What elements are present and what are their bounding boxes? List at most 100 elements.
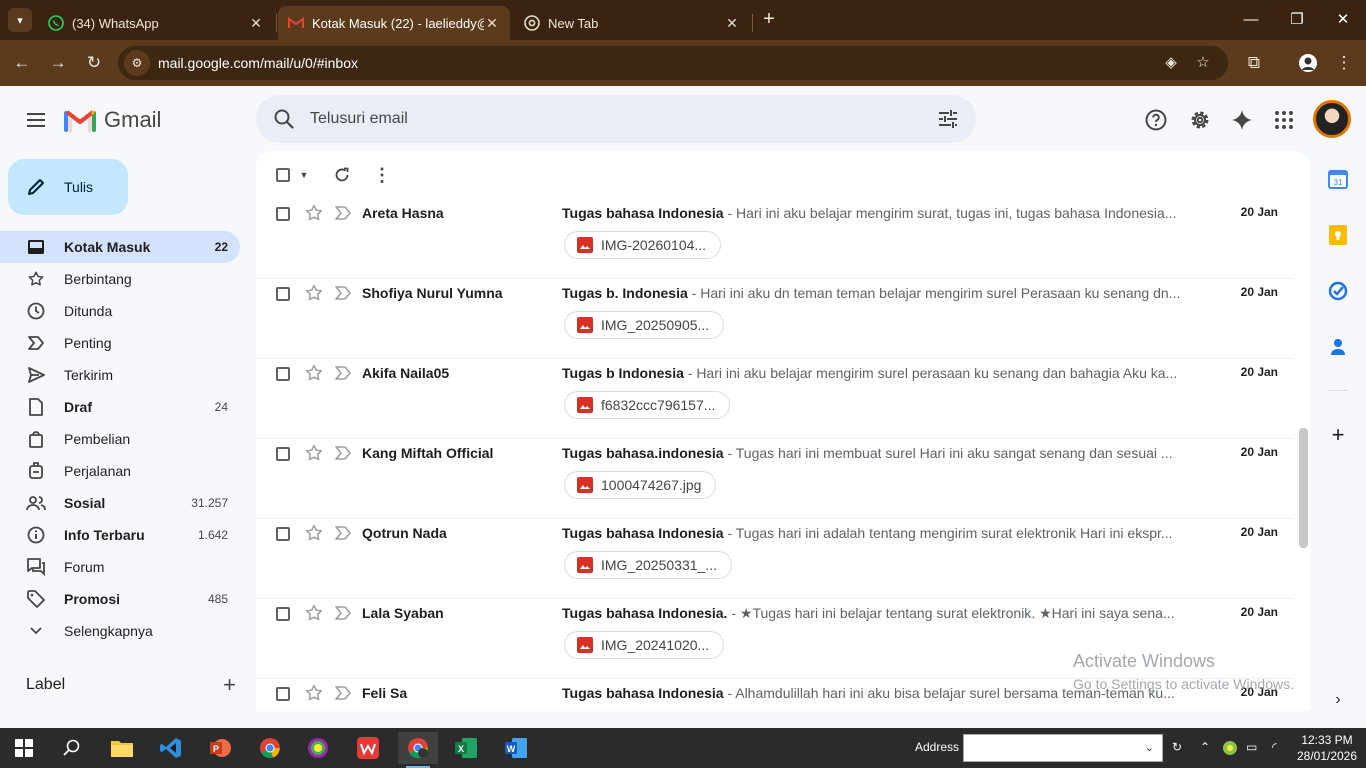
bookmark-star-icon[interactable]: ☆ xyxy=(1190,50,1216,76)
chrome-active-taskbar-icon[interactable] xyxy=(398,732,438,768)
email-row[interactable]: Akifa Naila05 Tugas b Indonesia - Hari i… xyxy=(256,359,1294,439)
select-all-checkbox[interactable] xyxy=(276,168,290,182)
row-checkbox[interactable] xyxy=(276,447,290,461)
importance-marker-icon[interactable] xyxy=(334,525,352,541)
importance-marker-icon[interactable] xyxy=(334,685,352,701)
sidebar-item-starred[interactable]: Berbintang xyxy=(0,263,240,295)
show-side-panel-icon[interactable]: › xyxy=(1327,689,1349,711)
powerpoint-icon[interactable]: P xyxy=(200,732,240,764)
compose-button[interactable]: Tulis xyxy=(8,159,128,215)
row-checkbox[interactable] xyxy=(276,287,290,301)
new-tab-button[interactable]: + xyxy=(758,8,780,32)
taskbar-search-icon[interactable] xyxy=(52,732,92,764)
sidebar-item-drafts[interactable]: Draf 24 xyxy=(0,391,240,423)
email-list-scrollbar[interactable] xyxy=(1299,428,1308,548)
star-icon[interactable] xyxy=(304,603,324,623)
email-row[interactable]: Shofiya Nurul Yumna Tugas b. Indonesia -… xyxy=(256,279,1294,359)
sidebar-item-sent[interactable]: Terkirim xyxy=(0,359,240,391)
importance-marker-icon[interactable] xyxy=(334,445,352,461)
sidebar-item-purchases[interactable]: Pembelian xyxy=(0,423,240,455)
vscode-icon[interactable] xyxy=(151,732,191,764)
word-icon[interactable]: W xyxy=(496,732,536,764)
help-icon[interactable] xyxy=(1142,106,1170,134)
refresh-icon[interactable] xyxy=(332,165,352,185)
address-bar[interactable]: ⚙ mail.google.com/mail/u/0/#inbox ◈ ☆ xyxy=(118,46,1228,80)
apps-grid-icon[interactable] xyxy=(1270,106,1298,134)
star-icon[interactable] xyxy=(304,443,324,463)
excel-icon[interactable]: X xyxy=(446,732,486,764)
tab-close-icon[interactable]: ✕ xyxy=(248,15,264,32)
star-icon[interactable] xyxy=(304,203,324,223)
attachment-chip[interactable]: IMG-20260104... xyxy=(564,231,722,259)
search-options-icon[interactable] xyxy=(936,107,960,131)
address-go-icon[interactable]: ↻ xyxy=(1172,740,1182,754)
minimize-button[interactable]: — xyxy=(1228,6,1274,34)
sidebar-item-social[interactable]: Sosial 31.257 xyxy=(0,487,240,519)
email-row[interactable]: Areta Hasna Tugas bahasa Indonesia - Har… xyxy=(256,199,1294,279)
sidebar-item-travel[interactable]: Perjalanan xyxy=(0,455,240,487)
lens-icon[interactable]: ◈ xyxy=(1158,50,1184,76)
row-checkbox[interactable] xyxy=(276,687,290,701)
restore-button[interactable]: ❐ xyxy=(1274,6,1320,34)
row-checkbox[interactable] xyxy=(276,607,290,621)
importance-marker-icon[interactable] xyxy=(334,205,352,221)
account-avatar[interactable] xyxy=(1313,100,1351,138)
tab-close-icon[interactable]: ✕ xyxy=(724,15,740,32)
attachment-chip[interactable]: IMG_20250905... xyxy=(564,311,725,339)
tab-close-icon[interactable]: ✕ xyxy=(484,15,500,32)
address-dropdown-icon[interactable]: ⌄ xyxy=(1145,741,1154,754)
star-icon[interactable] xyxy=(304,523,324,543)
tray-app-icon[interactable] xyxy=(1222,740,1238,759)
wifi-icon[interactable]: ◜ xyxy=(1272,740,1277,754)
site-info-icon[interactable]: ⚙ xyxy=(124,50,150,76)
keep-notes-icon[interactable] xyxy=(1327,224,1349,246)
importance-marker-icon[interactable] xyxy=(334,605,352,621)
main-menu-button[interactable] xyxy=(20,104,52,136)
more-options-icon[interactable]: ⋮ xyxy=(372,165,392,185)
attachment-chip[interactable]: IMG_20250331_... xyxy=(564,551,732,579)
reload-button[interactable]: ↻ xyxy=(81,50,107,76)
attachment-chip[interactable]: IMG_20241020... xyxy=(564,631,725,659)
calendar-icon[interactable]: 31 xyxy=(1327,168,1349,190)
chrome-taskbar-icon[interactable] xyxy=(250,732,290,764)
star-icon[interactable] xyxy=(304,283,324,303)
attachment-chip[interactable]: f6832ccc796157... xyxy=(564,391,731,419)
gemini-sparkle-icon[interactable] xyxy=(1228,106,1256,134)
email-row[interactable]: Kang Miftah Official Tugas bahasa.indone… xyxy=(256,439,1294,519)
start-windows-icon[interactable] xyxy=(4,732,44,764)
sidebar-item-snoozed[interactable]: Ditunda xyxy=(0,295,240,327)
photos-app-icon[interactable] xyxy=(298,732,338,764)
profile-icon[interactable] xyxy=(1295,50,1321,76)
tab-whatsapp[interactable]: (34) WhatsApp ✕ xyxy=(38,6,274,40)
browser-menu-icon[interactable]: ⋮ xyxy=(1331,50,1357,76)
sidebar-item-inbox[interactable]: Kotak Masuk 22 xyxy=(0,231,240,263)
select-dropdown-icon[interactable]: ▼ xyxy=(294,165,314,185)
battery-icon[interactable]: ▭ xyxy=(1246,740,1257,754)
back-button[interactable]: ← xyxy=(9,50,35,76)
address-toolbar-input[interactable]: ⌄ xyxy=(963,734,1163,762)
tray-overflow-icon[interactable]: ⌃ xyxy=(1200,740,1210,754)
row-checkbox[interactable] xyxy=(276,207,290,221)
search-icon[interactable] xyxy=(272,107,296,131)
tasks-icon[interactable] xyxy=(1327,280,1349,302)
close-window-button[interactable]: ✕ xyxy=(1320,6,1366,34)
star-icon[interactable] xyxy=(304,683,324,703)
sidebar-item-forums[interactable]: Forum xyxy=(0,551,240,583)
wps-office-icon[interactable] xyxy=(348,732,388,764)
sidebar-item-updates[interactable]: Info Terbaru 1.642 xyxy=(0,519,240,551)
create-label-button[interactable]: + xyxy=(223,672,236,698)
contacts-icon[interactable] xyxy=(1327,336,1349,358)
forward-button[interactable]: → xyxy=(45,50,71,76)
gmail-logo[interactable]: Gmail xyxy=(64,106,161,134)
system-clock[interactable]: 12:33 PM 28/01/2026 xyxy=(1294,732,1360,764)
tab-search-button[interactable]: ▾ xyxy=(8,8,32,32)
get-addons-icon[interactable]: + xyxy=(1327,422,1349,447)
importance-marker-icon[interactable] xyxy=(334,285,352,301)
email-row[interactable]: Qotrun Nada Tugas bahasa Indonesia - Tug… xyxy=(256,519,1294,599)
extensions-icon[interactable]: ⧉ xyxy=(1241,50,1267,76)
sidebar-item-promotions[interactable]: Promosi 485 xyxy=(0,583,240,615)
attachment-chip[interactable]: 1000474267.jpg xyxy=(564,471,717,499)
sidebar-item-more[interactable]: Selengkapnya xyxy=(0,615,240,647)
row-checkbox[interactable] xyxy=(276,527,290,541)
star-icon[interactable] xyxy=(304,363,324,383)
